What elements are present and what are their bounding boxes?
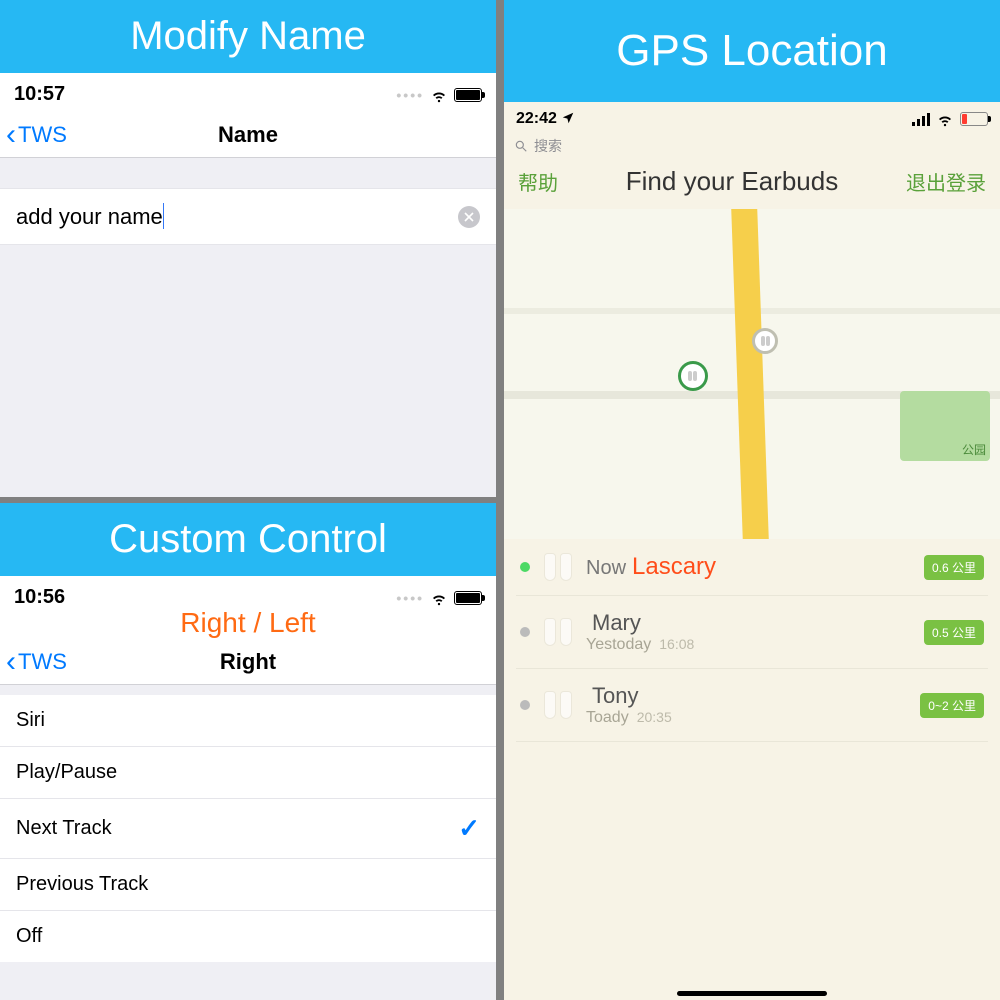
option-label: Off [16,925,42,948]
nav-title: Right [0,649,496,675]
map-park-label: 公园 [962,441,986,458]
device-text: Now Lascary [586,553,914,581]
overlay-label: Right / Left [0,607,496,639]
option-off[interactable]: Off [0,911,496,962]
find-title: Find your Earbuds [558,166,906,197]
option-label: Play/Pause [16,761,117,784]
name-input-row[interactable]: add your name [0,188,496,245]
gps-panel: GPS Location 22:42 [504,0,1000,1000]
map-canvas[interactable]: 公园 [504,209,1000,539]
search-placeholder: 搜索 [534,136,562,156]
option-label: Next Track [16,817,112,840]
status-dot-icon [520,627,530,637]
device-text: TonyToady 20:35 [586,683,910,727]
logout-link[interactable]: 退出登录 [906,167,986,196]
earbuds-icon [688,371,697,381]
device-list: Now Lascary 0.6 公里 MaryYestoday 16:08 0.5 公里 T… [504,539,1000,985]
cellular-dots-icon: •••• [396,87,424,103]
battery-icon [454,88,482,102]
option-siri[interactable]: Siri [0,695,496,747]
custom-control-panel: Custom Control 10:56 •••• Right / Left ‹… [0,503,496,1000]
body: Siri Play/Pause Next Track ✓ Previous Track O… [0,685,496,1000]
earbuds-icon [540,618,576,646]
device-name: Mary [592,610,641,635]
wifi-icon [430,86,448,104]
device-time: 20:35 [637,709,672,725]
battery-low-icon [960,112,988,126]
status-dot-icon [520,562,530,572]
clear-button[interactable] [458,206,480,228]
help-link[interactable]: 帮助 [518,167,558,196]
status-time: 10:56 [14,586,65,609]
status-time: 22:42 [516,110,557,127]
banner-custom: Custom Control [0,503,496,576]
earbuds-icon [761,336,770,346]
option-label: Siri [16,709,45,732]
home-indicator[interactable] [677,991,827,996]
body: add your name [0,158,496,497]
search-icon [514,139,528,153]
device-name: Tony [592,683,638,708]
nav-bar: ‹ TWS Name [0,112,496,158]
nav-bar: ‹ TWS Right [0,639,496,685]
option-previous-track[interactable]: Previous Track [0,859,496,911]
status-bar: 10:57 •••• [0,73,496,112]
cellular-signal-icon [912,113,930,126]
option-list: Siri Play/Pause Next Track ✓ Previous Track O… [0,695,496,962]
earbuds-icon [540,691,576,719]
location-arrow-icon [561,110,575,127]
map-pin-earbud-active[interactable] [678,361,708,391]
option-play-pause[interactable]: Play/Pause [0,747,496,799]
distance-badge: 0.5 公里 [924,620,984,645]
map-screen: 22:42 搜索 帮助 Find you [504,102,1000,1000]
status-bar: 10:56 •••• [0,576,496,609]
option-label: Previous Track [16,873,148,896]
device-text: MaryYestoday 16:08 [586,610,914,654]
name-input[interactable]: add your name [16,203,458,230]
status-time: 10:57 [14,83,65,106]
close-icon [464,212,474,222]
search-row[interactable]: 搜索 [504,132,1000,160]
device-sub: Toady [586,709,629,726]
nav-title: Name [0,122,496,148]
banner-gps: GPS Location [504,0,1000,102]
map-road-main [731,209,769,539]
cellular-dots-icon: •••• [396,590,424,606]
status-dot-icon [520,700,530,710]
device-sub: Yestoday [586,636,651,653]
option-next-track[interactable]: Next Track ✓ [0,799,496,859]
distance-badge: 0~2 公里 [920,693,984,718]
earbuds-icon [540,553,576,581]
battery-icon [454,591,482,605]
device-row[interactable]: MaryYestoday 16:08 0.5 公里 [516,596,988,669]
wifi-icon [430,589,448,607]
wifi-icon [936,110,954,128]
modify-name-panel: Modify Name 10:57 •••• ‹ TWS Name add yo… [0,0,496,497]
status-bar: 22:42 [504,102,1000,132]
map-pin-earbud[interactable] [752,328,778,354]
find-header: 帮助 Find your Earbuds 退出登录 [504,160,1000,209]
checkmark-icon: ✓ [458,813,480,844]
device-when: Now [586,557,626,579]
device-time: 16:08 [659,636,694,652]
distance-badge: 0.6 公里 [924,555,984,580]
text-cursor [163,203,165,229]
device-row[interactable]: Now Lascary 0.6 公里 [516,539,988,596]
device-name: Lascary [632,553,716,580]
banner-modify: Modify Name [0,0,496,73]
device-row[interactable]: TonyToady 20:35 0~2 公里 [516,669,988,742]
